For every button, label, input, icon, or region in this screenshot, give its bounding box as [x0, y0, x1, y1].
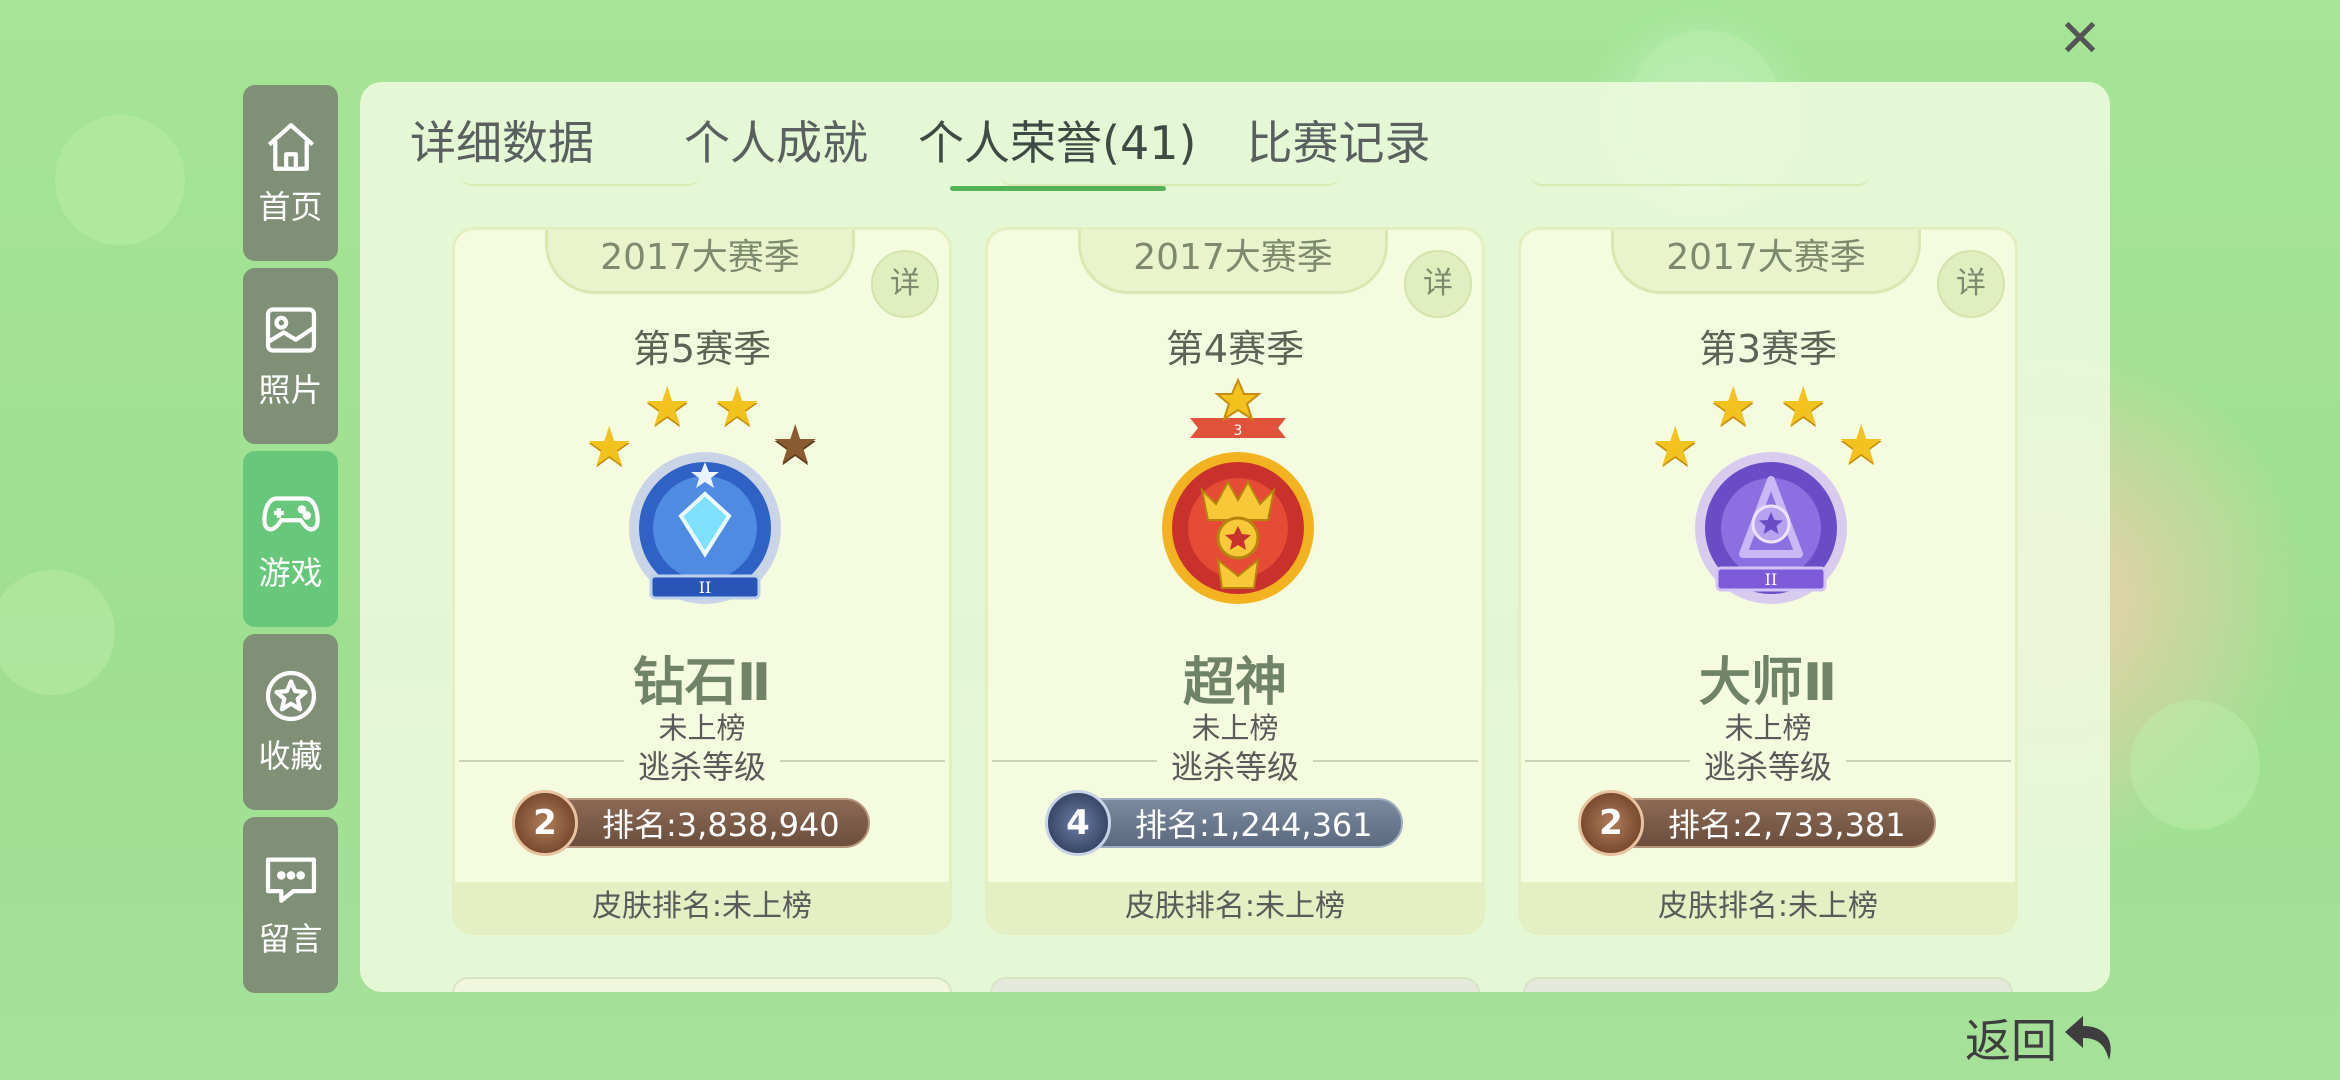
background-bubble [55, 115, 185, 245]
season-name: 第4赛季 [1165, 327, 1305, 371]
gold-star-icon: ★ [643, 375, 692, 438]
rank-title: 大师Ⅱ [1698, 653, 1838, 713]
tab-match-records[interactable]: 比赛记录 [1246, 107, 1430, 173]
card-peek [452, 977, 952, 992]
background-bubble [0, 570, 115, 695]
honor-card[interactable]: 2017大赛季 详 第3赛季 ★ ★ ★ ★ II 大师Ⅱ 未上榜 逃杀等级 2… [1518, 227, 2018, 935]
star-ribbon-icon: 3 [1190, 378, 1286, 439]
skin-rank: 皮肤排名:未上榜 [988, 882, 1482, 932]
star-rating: 3 [988, 370, 1482, 460]
star-rating: ★ ★ ★ ★ [1521, 370, 2015, 474]
kill-level-label: 逃杀等级 [1521, 742, 2015, 788]
sidebar-item-label: 收藏 [258, 737, 323, 775]
gold-star-icon: ★ [1779, 375, 1828, 438]
home-icon [267, 123, 314, 171]
detail-button[interactable]: 详 [871, 250, 939, 318]
sidebar-item-label: 游戏 [258, 554, 323, 592]
kill-level-badge-icon: 2 [1578, 790, 1644, 856]
svg-text:II: II [699, 578, 712, 597]
star-icon [265, 670, 316, 722]
sidebar-item-label: 首页 [258, 188, 323, 226]
card-peek [460, 174, 700, 186]
tab-achievements[interactable]: 个人成就 [684, 107, 868, 173]
leaderboard-status: 未上榜 [1191, 711, 1279, 745]
card-peek [990, 977, 1480, 992]
kill-level-label: 逃杀等级 [455, 742, 949, 788]
skin-rank: 皮肤排名:未上榜 [1521, 882, 2015, 932]
sidebar-item-photos[interactable]: 照片 [243, 268, 338, 444]
detail-button[interactable]: 详 [1937, 250, 2005, 318]
rank-pill: 2 排名:2,733,381 [1578, 790, 1936, 856]
rank-text: 排名:3,838,940 [602, 806, 840, 844]
sidebar-item-favorites[interactable]: 收藏 [243, 634, 338, 810]
card-peek [1000, 174, 1340, 186]
sidebar-item-label: 留言 [258, 920, 323, 958]
message-icon [265, 857, 316, 903]
rank-pill: 2 排名:3,838,940 [512, 790, 870, 856]
leaderboard-status: 未上榜 [658, 711, 746, 745]
honor-card[interactable]: 2017大赛季 详 第4赛季 3 超神 未上榜 逃杀等级 4 排名:1,244,… [985, 227, 1485, 935]
master-badge-icon: II [1695, 452, 1847, 604]
sidebar-item-messages[interactable]: 留言 [243, 817, 338, 993]
season-name: 第5赛季 [632, 327, 772, 371]
card-peek [1530, 174, 1870, 186]
sidebar: 首页 照片 游戏 收藏 留言 [243, 85, 338, 1000]
season-group-label: 2017大赛季 [545, 230, 855, 294]
svg-text:3: 3 [1234, 423, 1243, 439]
back-arrow-icon [2065, 1016, 2111, 1060]
detail-button[interactable]: 详 [1404, 250, 1472, 318]
image-icon [265, 307, 316, 353]
sidebar-item-games[interactable]: 游戏 [243, 451, 338, 627]
star-rating: ★ ★ ★ ★ [455, 370, 949, 474]
leaderboard-status: 未上榜 [1724, 711, 1812, 745]
season-name: 第3赛季 [1698, 327, 1838, 371]
sidebar-item-label: 照片 [258, 371, 323, 409]
card-peek [1523, 977, 2013, 992]
background-bubble [2130, 700, 2260, 830]
rank-title: 超神 [1182, 653, 1287, 713]
close-icon[interactable]: ✕ [2055, 13, 2105, 65]
season-group-label: 2017大赛季 [1078, 230, 1388, 294]
gamepad-icon [261, 496, 320, 532]
supreme-badge-icon [1162, 452, 1314, 604]
gold-star-icon: ★ [713, 375, 762, 438]
sidebar-item-home[interactable]: 首页 [243, 85, 338, 261]
diamond-badge-icon: II [629, 452, 781, 604]
kill-level-badge-icon: 2 [512, 790, 578, 856]
rank-text: 排名:2,733,381 [1668, 806, 1906, 844]
kill-level-label: 逃杀等级 [988, 742, 1482, 788]
honor-panel: 详细数据 个人成就 个人荣誉(41) 比赛记录 2017大赛季 详 第5赛季 ★… [360, 82, 2110, 992]
tab-personal-honors[interactable]: 个人荣誉(41) [918, 107, 1196, 191]
svg-text:II: II [1765, 570, 1778, 589]
season-group-label: 2017大赛季 [1611, 230, 1921, 294]
rank-title: 钻石Ⅱ [632, 653, 772, 713]
gold-star-icon: ★ [1709, 375, 1758, 438]
honor-card[interactable]: 2017大赛季 详 第5赛季 ★ ★ ★ ★ II 钻石Ⅱ 未上榜 逃杀等级 2… [452, 227, 952, 935]
rank-pill: 4 排名:1,244,361 [1045, 790, 1403, 856]
rank-text: 排名:1,244,361 [1135, 806, 1373, 844]
tab-bar: 详细数据 个人成就 个人荣誉(41) 比赛记录 [410, 100, 1500, 191]
skin-rank: 皮肤排名:未上榜 [455, 882, 949, 932]
tab-detailed-data[interactable]: 详细数据 [410, 107, 594, 173]
kill-level-badge-icon: 4 [1045, 790, 1111, 856]
back-button[interactable]: 返回 [1965, 1005, 2121, 1071]
back-label: 返回 [1965, 1014, 2057, 1068]
